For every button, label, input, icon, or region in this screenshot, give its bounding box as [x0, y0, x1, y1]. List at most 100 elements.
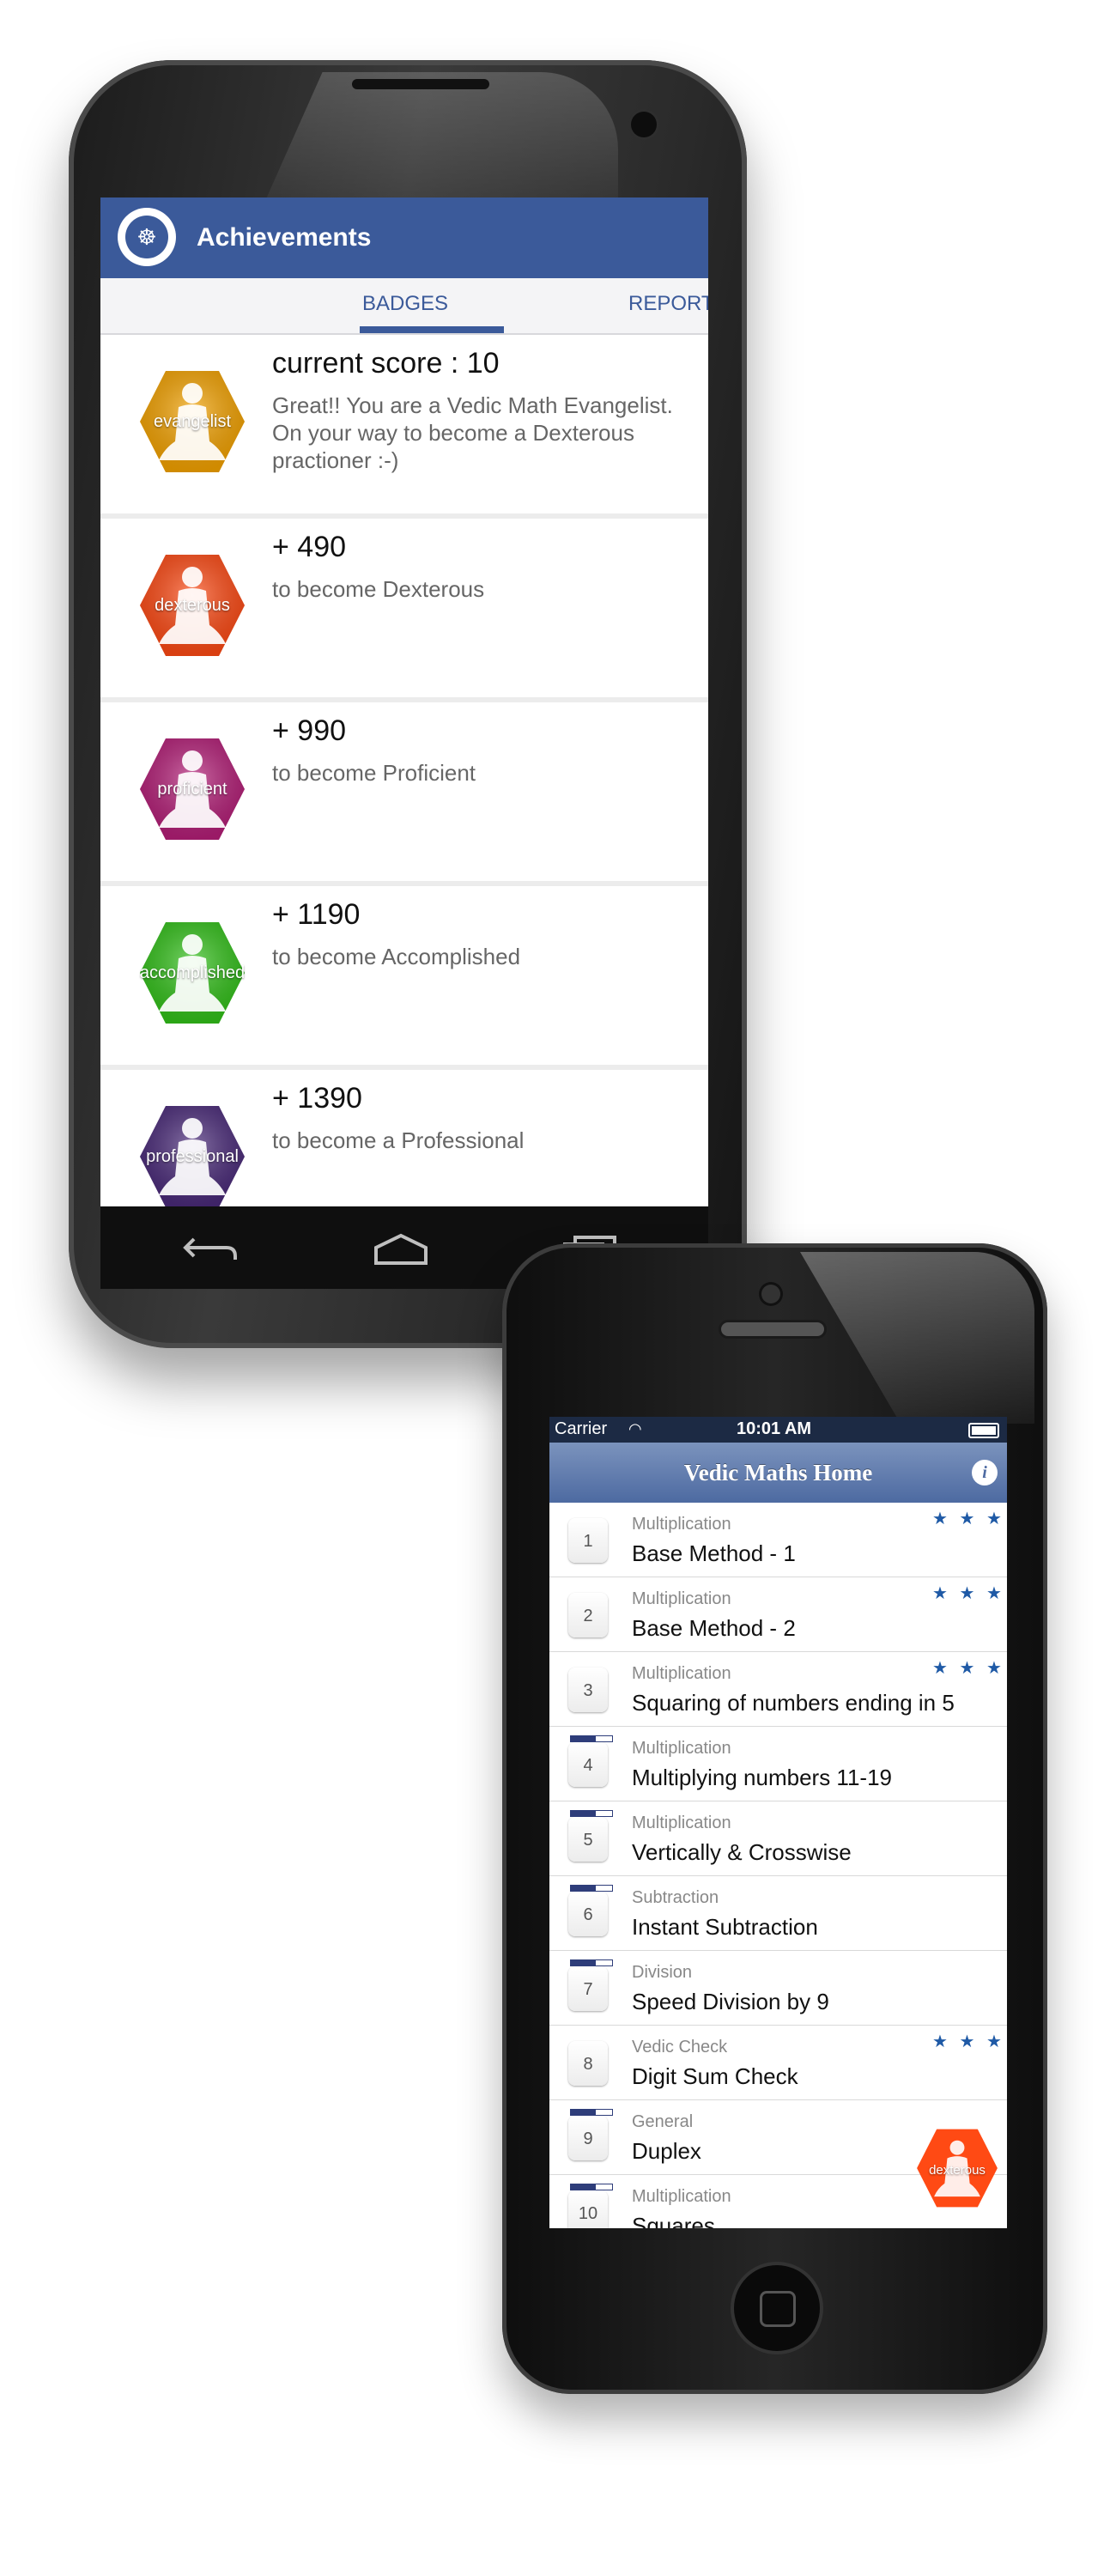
progress-fill — [571, 1811, 596, 1816]
lesson-name: Digit Sum Check — [632, 2063, 798, 2089]
progress-bar — [570, 1810, 613, 1817]
hexagon-badge-icon: evangelist — [136, 366, 248, 477]
hexagon-badge-icon: accomplished — [136, 917, 248, 1029]
lesson-row[interactable]: 2 Multiplication Base Method - 2 ★ ★ ★ — [549, 1577, 1007, 1652]
badge-score: + 1390 — [272, 1082, 362, 1115]
lesson-category: General — [632, 2112, 694, 2131]
progress-fill — [571, 1736, 596, 1741]
hexagon-badge-icon: dexterous — [136, 550, 248, 661]
tab-report[interactable]: REPORT — [628, 292, 708, 316]
star-rating-icon: ★ ★ ★ — [932, 1584, 1005, 1603]
badge-row[interactable]: accomplished + 1190 to become Accomplished — [100, 886, 708, 1070]
tab-bar: BADGES REPORT — [100, 278, 708, 335]
lesson-number: 4 — [583, 1756, 593, 1775]
lesson-name: Squares — [632, 2213, 715, 2228]
earpiece-speaker — [352, 79, 489, 89]
badge-row[interactable]: evangelist current score : 10 Great!! You … — [100, 335, 708, 519]
lesson-number-box: 6 — [568, 1892, 608, 1936]
lesson-name: Multiplying numbers 11-19 — [632, 1765, 892, 1790]
lesson-number: 3 — [583, 1681, 593, 1700]
front-camera — [631, 112, 657, 137]
wifi-icon: ◠ — [628, 1420, 642, 1437]
badge-label: professional — [146, 1147, 239, 1166]
lesson-row[interactable]: 7 Division Speed Division by 9 — [549, 1951, 1007, 2026]
lesson-row[interactable]: 3 Multiplication Squaring of numbers endin… — [549, 1652, 1007, 1727]
lesson-category: Multiplication — [632, 1739, 731, 1758]
lesson-category: Multiplication — [632, 2187, 731, 2206]
app-logo-icon[interactable]: ☸ — [118, 208, 176, 266]
lesson-number: 6 — [583, 1905, 593, 1924]
progress-fill — [571, 1960, 596, 1965]
back-icon[interactable] — [182, 1230, 242, 1267]
dexterous-badge-button[interactable]: dexterous — [914, 2125, 1000, 2211]
badge-description: to become Proficient — [272, 760, 476, 786]
lesson-number: 10 — [578, 2204, 598, 2223]
badge-row[interactable]: professional + 1390 to become a Profession… — [100, 1070, 708, 1206]
front-camera — [761, 1285, 780, 1303]
lesson-number-box: 1 — [568, 1518, 608, 1563]
page-title: Achievements — [197, 223, 372, 252]
badge-score: + 990 — [272, 714, 347, 747]
lesson-category: Vedic Check — [632, 2038, 728, 2057]
home-square-icon — [760, 2291, 796, 2327]
badge-label: dexterous — [155, 596, 230, 615]
status-bar: Carrier ◠ 10:01 AM — [549, 1417, 1007, 1443]
lesson-number: 5 — [583, 1831, 593, 1850]
badge-row[interactable]: proficient + 990 to become Proficient — [100, 702, 708, 886]
tab-badges[interactable]: BADGES — [362, 292, 448, 316]
lesson-row[interactable]: 1 Multiplication Base Method - 1 ★ ★ ★ — [549, 1503, 1007, 1577]
badge-description: Great!! You are a Vedic Math Evangelist.… — [272, 392, 673, 473]
screen-gloss — [800, 1252, 1034, 1424]
home-icon[interactable] — [371, 1230, 431, 1267]
lesson-number: 2 — [583, 1607, 593, 1625]
badge-label: accomplished — [139, 963, 246, 982]
screen-gloss — [258, 72, 618, 218]
earpiece-speaker — [721, 1322, 824, 1336]
android-phone-frame: ☸ Achievements BADGES REPORT evangelist c… — [69, 60, 747, 1348]
android-screen: ☸ Achievements BADGES REPORT evangelist c… — [100, 197, 708, 1206]
hexagon-badge-icon: professional — [136, 1101, 248, 1206]
lesson-name: Base Method - 2 — [632, 1615, 796, 1641]
lesson-name: Speed Division by 9 — [632, 1989, 829, 2014]
progress-bar — [570, 2184, 613, 2190]
star-rating-icon: ★ ★ ★ — [932, 1659, 1005, 1678]
lesson-row[interactable]: 5 Multiplication Vertically & Crosswise — [549, 1801, 1007, 1876]
battery-level — [972, 1426, 996, 1435]
badge-description: to become Dexterous — [272, 576, 485, 602]
info-icon[interactable]: i — [972, 1460, 998, 1485]
badge-description: to become a Professional — [272, 1127, 525, 1153]
progress-bar — [570, 1959, 613, 1966]
progress-bar — [570, 2109, 613, 2116]
logo-inner: ☸ — [125, 216, 168, 258]
badge-score: current score : 10 — [272, 347, 500, 380]
lesson-name: Duplex — [632, 2138, 701, 2164]
iphone-screen: Carrier ◠ 10:01 AM Vedic Maths Home i 1 M… — [549, 1417, 1007, 2228]
lesson-number-box: 4 — [568, 1742, 608, 1787]
star-rating-icon: ★ ★ ★ — [932, 1510, 1005, 1528]
home-button[interactable] — [734, 2265, 820, 2351]
badge-label: proficient — [157, 780, 227, 799]
action-bar: ☸ Achievements — [100, 197, 708, 278]
progress-fill — [571, 1886, 596, 1891]
lesson-number-box: 2 — [568, 1593, 608, 1637]
lesson-row[interactable]: 4 Multiplication Multiplying numbers 11-19 — [549, 1727, 1007, 1801]
tab-selected-indicator — [360, 326, 504, 333]
lesson-number-box: 3 — [568, 1668, 608, 1712]
lesson-number: 7 — [583, 1980, 593, 1999]
lesson-category: Multiplication — [632, 1664, 731, 1683]
lesson-category: Multiplication — [632, 1814, 731, 1832]
badge-list: evangelist current score : 10 Great!! You … — [100, 335, 708, 1206]
lesson-name: Base Method - 1 — [632, 1540, 796, 1566]
lesson-row[interactable]: 6 Subtraction Instant Subtraction — [549, 1876, 1007, 1951]
iphone-frame: Carrier ◠ 10:01 AM Vedic Maths Home i 1 M… — [502, 1243, 1047, 2394]
meditating-figure-icon: ☸ — [136, 224, 157, 250]
badge-label: evangelist — [153, 412, 232, 431]
lesson-name: Squaring of numbers ending in 5 — [632, 1690, 955, 1716]
badge-row[interactable]: dexterous + 490 to become Dexterous — [100, 519, 708, 702]
lesson-name: Vertically & Crosswise — [632, 1839, 852, 1865]
badge-description: to become Accomplished — [272, 944, 521, 969]
lesson-category: Multiplication — [632, 1515, 731, 1534]
badge-score: + 490 — [272, 531, 347, 563]
carrier-label: Carrier — [555, 1419, 608, 1438]
lesson-row[interactable]: 8 Vedic Check Digit Sum Check ★ ★ ★ — [549, 2026, 1007, 2100]
